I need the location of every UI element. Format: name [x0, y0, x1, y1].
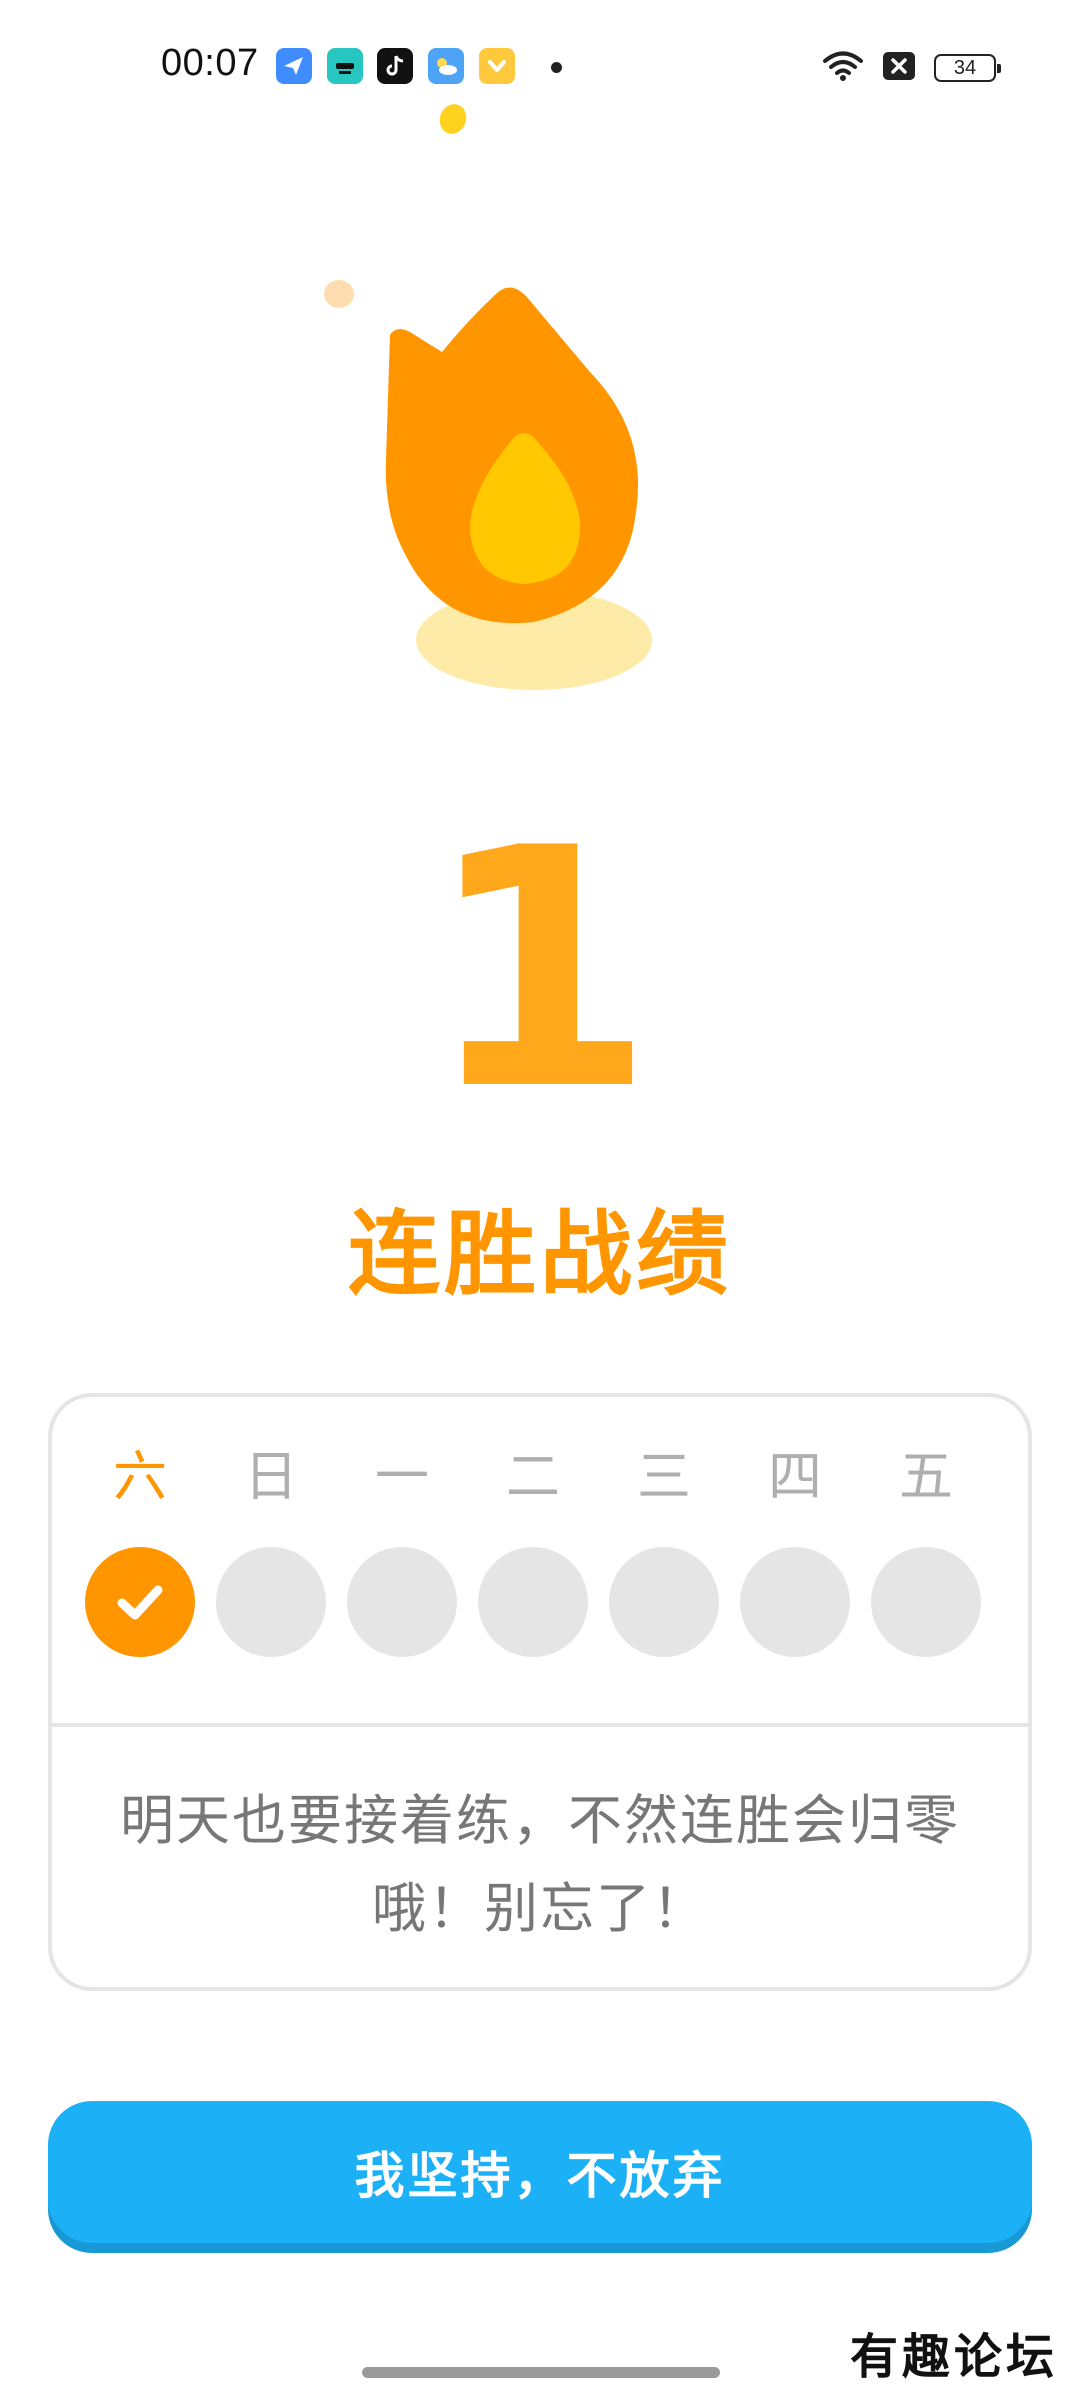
flame-icon	[385, 287, 652, 690]
day-labels: 六 日 一 二 三 四 五	[52, 1437, 1028, 1517]
day-label-fri: 五	[899, 1445, 953, 1508]
status-time: 00:07	[161, 42, 259, 84]
weather-icon	[428, 48, 464, 84]
streak-count: 1	[425, 778, 655, 1162]
week-streak-card: 六 日 一 二 三 四 五 明天也要接着练，不然连胜会归零 哦！别忘了！	[48, 1393, 1032, 1991]
wifi-icon	[822, 49, 864, 87]
status-right-icons: 34	[822, 48, 1001, 88]
day-label-sat: 六	[113, 1445, 167, 1508]
day-label-sun: 日	[244, 1445, 298, 1508]
card-divider	[52, 1723, 1028, 1727]
magic-app-icon	[327, 48, 363, 84]
day-circle-fri	[871, 1547, 981, 1657]
page-title: 连胜战绩	[347, 1201, 732, 1308]
watermark: 有趣论坛	[849, 2329, 1058, 2385]
message-line-2: 哦！别忘了！	[372, 1877, 708, 1940]
day-label-tue: 二	[506, 1445, 560, 1508]
message-line-1: 明天也要接着练，不然连胜会归零	[120, 1789, 960, 1852]
day-label-thu: 四	[768, 1445, 822, 1508]
battery-icon: 34	[934, 54, 1001, 82]
tiktok-icon	[377, 48, 413, 84]
decorative-dot	[324, 280, 354, 308]
notification-dot	[551, 62, 562, 73]
day-circle-mon	[347, 1547, 457, 1657]
chevron-app-icon	[479, 48, 515, 84]
battery-level: 34	[953, 57, 977, 79]
keep-going-button[interactable]: 我坚持，不放弃	[48, 2101, 1032, 2243]
bird-app-icon	[276, 48, 312, 84]
status-bar: 00:07 34	[0, 0, 1080, 130]
day-circle-sat-completed	[85, 1547, 195, 1657]
day-circle-wed	[609, 1547, 719, 1657]
day-circle-sun	[216, 1547, 326, 1657]
day-circle-thu	[740, 1547, 850, 1657]
no-sim-icon	[882, 51, 916, 85]
home-indicator[interactable]	[362, 2367, 720, 2378]
day-label-wed: 三	[637, 1445, 691, 1508]
day-circle-tue	[478, 1547, 588, 1657]
checkmark-icon	[117, 1585, 163, 1620]
day-label-mon: 一	[375, 1445, 429, 1508]
streak-reminder-message: 明天也要接着练，不然连胜会归零 哦！别忘了！	[102, 1777, 978, 1953]
